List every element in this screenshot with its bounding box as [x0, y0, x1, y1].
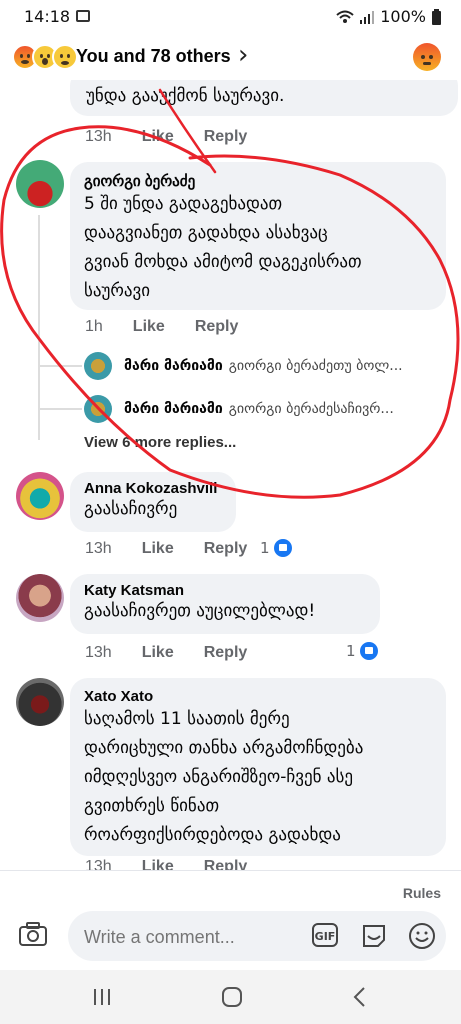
sad-reaction-icon [52, 44, 78, 70]
avatar [84, 395, 112, 423]
comment-line: როარფიქსირდებოდა გადახდა [84, 825, 341, 845]
comment-line: საღამოს 11 საათის მერე [84, 709, 290, 729]
view-more-replies-link[interactable]: View 6 more replies... [84, 434, 236, 451]
comment-text: უნდა გააუქმონ საურავი. [86, 86, 285, 106]
comment-actions: 13h Like Reply [85, 128, 277, 146]
comment-input[interactable] [82, 921, 296, 953]
avatar [84, 352, 112, 380]
status-icons: 100% [336, 7, 441, 26]
reactions-header[interactable]: You and 78 others › [0, 34, 461, 80]
comment-bubble: Xato Xato საღამოს 11 საათის მერე დარიცხუ… [70, 678, 446, 856]
comment-line: დარიცხული თანხა არგამოჩნდება [84, 738, 364, 758]
comment-author[interactable]: Anna Kokozashvili [84, 480, 222, 497]
signal-icon [360, 10, 375, 24]
battery-icon [432, 8, 441, 25]
back-icon[interactable] [346, 984, 374, 1010]
chevron-right-icon[interactable]: › [238, 40, 248, 70]
reply-button[interactable]: Reply [195, 318, 239, 336]
recent-apps-icon[interactable] [88, 984, 116, 1010]
comment-actions: 13h Like Reply [85, 644, 277, 662]
thumbs-up-icon [273, 539, 292, 557]
comments-feed[interactable]: უნდა გააუქმონ საურავი. 13h Like Reply გი… [0, 80, 461, 870]
like-button[interactable]: Like [133, 318, 165, 336]
my-angry-reaction-icon[interactable] [413, 43, 441, 71]
comment-line: 5 ში უნდა გადაგეხადათ [84, 194, 283, 214]
reply-button[interactable]: Reply [204, 540, 248, 558]
reply-preview[interactable]: მარი მარიამი გიორგი ბერაძესაჩივრ... [84, 395, 394, 423]
reply-preview[interactable]: მარი მარიამი გიორგი ბერაძეთუ ბოლ... [84, 352, 403, 380]
emoji-icon[interactable] [408, 922, 436, 950]
status-time: 14:18 [24, 7, 71, 26]
gallery-icon [76, 10, 90, 22]
system-nav-bar [0, 970, 461, 1024]
comment-composer-area: Rules GIF [0, 870, 461, 971]
like-count-number: 1 [346, 642, 356, 660]
like-button[interactable]: Like [142, 644, 174, 662]
comment-actions: 13h Like Reply [85, 858, 277, 870]
avatar[interactable] [16, 678, 64, 726]
reply-snippet: გიორგი ბერაძესაჩივრ... [228, 401, 394, 417]
comment-actions: 13h Like Reply [85, 540, 277, 558]
comment-time: 13h [85, 540, 112, 557]
sticker-icon[interactable] [360, 922, 388, 950]
like-count[interactable]: 1 [346, 642, 378, 660]
reaction-icons [12, 44, 78, 70]
thumbs-up-icon [359, 642, 378, 660]
thread-line [38, 215, 40, 440]
camera-icon[interactable] [18, 921, 48, 947]
avatar[interactable] [16, 574, 64, 622]
like-button[interactable]: Like [142, 128, 174, 146]
reply-button[interactable]: Reply [204, 128, 248, 146]
like-count-number: 1 [260, 539, 270, 557]
reply-button[interactable]: Reply [204, 858, 248, 870]
comment-line: გვიან მოხდა ამიტომ დაგეკისრათ [84, 252, 362, 272]
comment-time: 1h [85, 318, 103, 335]
rules-link[interactable]: Rules [403, 885, 441, 901]
reply-snippet: გიორგი ბერაძეთუ ბოლ... [228, 358, 403, 374]
avatar[interactable] [16, 472, 64, 520]
reply-button[interactable]: Reply [204, 644, 248, 662]
comment-line: გაასაჩივრეთ აუცილებლად! [84, 601, 316, 621]
like-button[interactable]: Like [142, 540, 174, 558]
reply-connector [38, 365, 82, 367]
like-button[interactable]: Like [142, 858, 174, 870]
status-bar: 14:18 100% [0, 0, 461, 34]
comment-input-box[interactable]: GIF [68, 911, 446, 961]
comment-time: 13h [85, 858, 112, 870]
like-count[interactable]: 1 [260, 539, 292, 557]
comment-bubble: უნდა გააუქმონ საურავი. [70, 80, 458, 116]
avatar[interactable] [16, 160, 64, 208]
comment-line: საურავი [84, 281, 151, 301]
reactions-summary[interactable]: You and 78 others [76, 46, 231, 67]
comment-time: 13h [85, 644, 112, 661]
comment-line: დააგვიანეთ გადახდა ასახვაც [84, 223, 328, 243]
reply-author[interactable]: მარი მარიამი [124, 358, 223, 374]
gif-icon[interactable]: GIF [312, 923, 338, 947]
wifi-icon [336, 10, 354, 23]
home-icon[interactable] [218, 984, 246, 1010]
comment-actions: 1h Like Reply [85, 318, 268, 336]
comment-bubble: Anna Kokozashvili გაასაჩივრე [70, 472, 236, 532]
battery-percent: 100% [380, 7, 426, 26]
comment-author[interactable]: Xato Xato [84, 688, 432, 705]
comment-line: იმდღესვეო ანგარიშზეო-ჩვენ ასე [84, 767, 354, 787]
reply-author[interactable]: მარი მარიამი [124, 401, 223, 417]
comment-line: გაასაჩივრე [84, 499, 178, 519]
comment-author[interactable]: Katy Katsman [84, 582, 366, 599]
comment-line: გვითხრეს წინათ [84, 796, 220, 816]
comment-bubble: Katy Katsman გაასაჩივრეთ აუცილებლად! [70, 574, 380, 634]
comment-author[interactable]: გიორგი ბერაძე [84, 172, 432, 190]
comment-bubble: გიორგი ბერაძე 5 ში უნდა გადაგეხადათ დააგ… [70, 162, 446, 310]
comment-time: 13h [85, 128, 112, 145]
reply-connector [38, 408, 82, 410]
